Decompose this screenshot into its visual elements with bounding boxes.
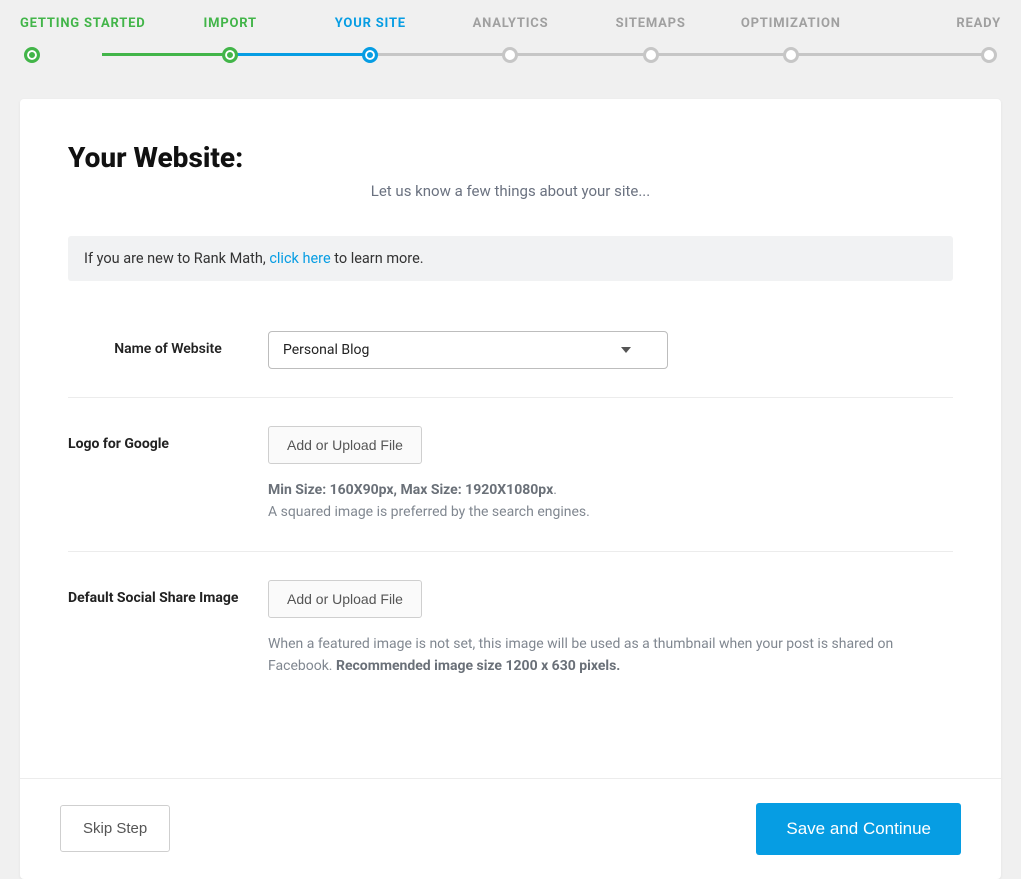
field-website-name: Name of Website Personal Blog [68,315,953,398]
step-label: READY [956,16,1001,31]
field-logo: Logo for Google Add or Upload File Min S… [68,410,953,552]
info-notice: If you are new to Rank Math, click here … [68,236,953,281]
notice-suffix: to learn more. [331,250,424,267]
select-value: Personal Blog [283,342,369,358]
logo-hint-strong: Min Size: 160X90px, Max Size: 1920X1080p… [268,482,553,498]
step-label: YOUR SITE [335,16,406,31]
step-getting-started[interactable]: GETTING STARTED [20,16,160,31]
step-dot-icon [643,47,659,63]
step-dot-icon [362,47,378,63]
field-label: Logo for Google [68,426,268,523]
page-subtitle: Let us know a few things about your site… [68,182,953,200]
logo-hint: Min Size: 160X90px, Max Size: 1920X1080p… [268,480,953,523]
step-line [370,53,510,56]
step-dot-icon [783,47,799,63]
step-analytics[interactable]: ANALYTICS [440,16,580,31]
step-import[interactable]: IMPORT [160,16,300,31]
save-continue-button[interactable]: Save and Continue [756,803,961,855]
step-dot-icon [502,47,518,63]
logo-hint-line2: A squared image is preferred by the sear… [268,504,590,520]
page-title: Your Website: [68,141,953,174]
step-sitemaps[interactable]: SITEMAPS [581,16,721,31]
step-line [791,53,989,56]
notice-prefix: If you are new to Rank Math, [84,250,269,267]
step-dot-icon [24,47,40,63]
card-footer: Skip Step Save and Continue [20,778,1001,879]
skip-step-button[interactable]: Skip Step [60,805,170,852]
step-label: ANALYTICS [473,16,549,31]
step-optimization[interactable]: OPTIMIZATION [721,16,861,31]
step-label: IMPORT [204,16,257,31]
step-line [651,53,791,56]
notice-link[interactable]: click here [269,250,330,267]
step-dot-icon [222,47,238,63]
step-your-site[interactable]: YOUR SITE [300,16,440,31]
social-hint-strong: Recommended image size 1200 x 630 pixels… [336,658,620,674]
setup-stepper: GETTING STARTED IMPORT YOUR SITE ANALYTI… [0,0,1021,69]
social-upload-button[interactable]: Add or Upload File [268,580,422,618]
field-label: Default Social Share Image [68,580,268,677]
step-label: SITEMAPS [616,16,686,31]
step-line [230,53,370,56]
step-label: GETTING STARTED [20,16,145,31]
step-line [102,53,230,56]
step-line [511,53,651,56]
website-name-select[interactable]: Personal Blog [268,331,668,369]
field-label: Name of Website [68,331,268,369]
step-dot-icon [981,47,997,63]
step-ready[interactable]: READY [861,16,1001,31]
step-label: OPTIMIZATION [741,16,841,31]
field-social-image: Default Social Share Image Add or Upload… [68,564,953,705]
chevron-down-icon [621,347,631,353]
main-card: Your Website: Let us know a few things a… [20,99,1001,879]
logo-upload-button[interactable]: Add or Upload File [268,426,422,464]
social-hint: When a featured image is not set, this i… [268,634,953,677]
